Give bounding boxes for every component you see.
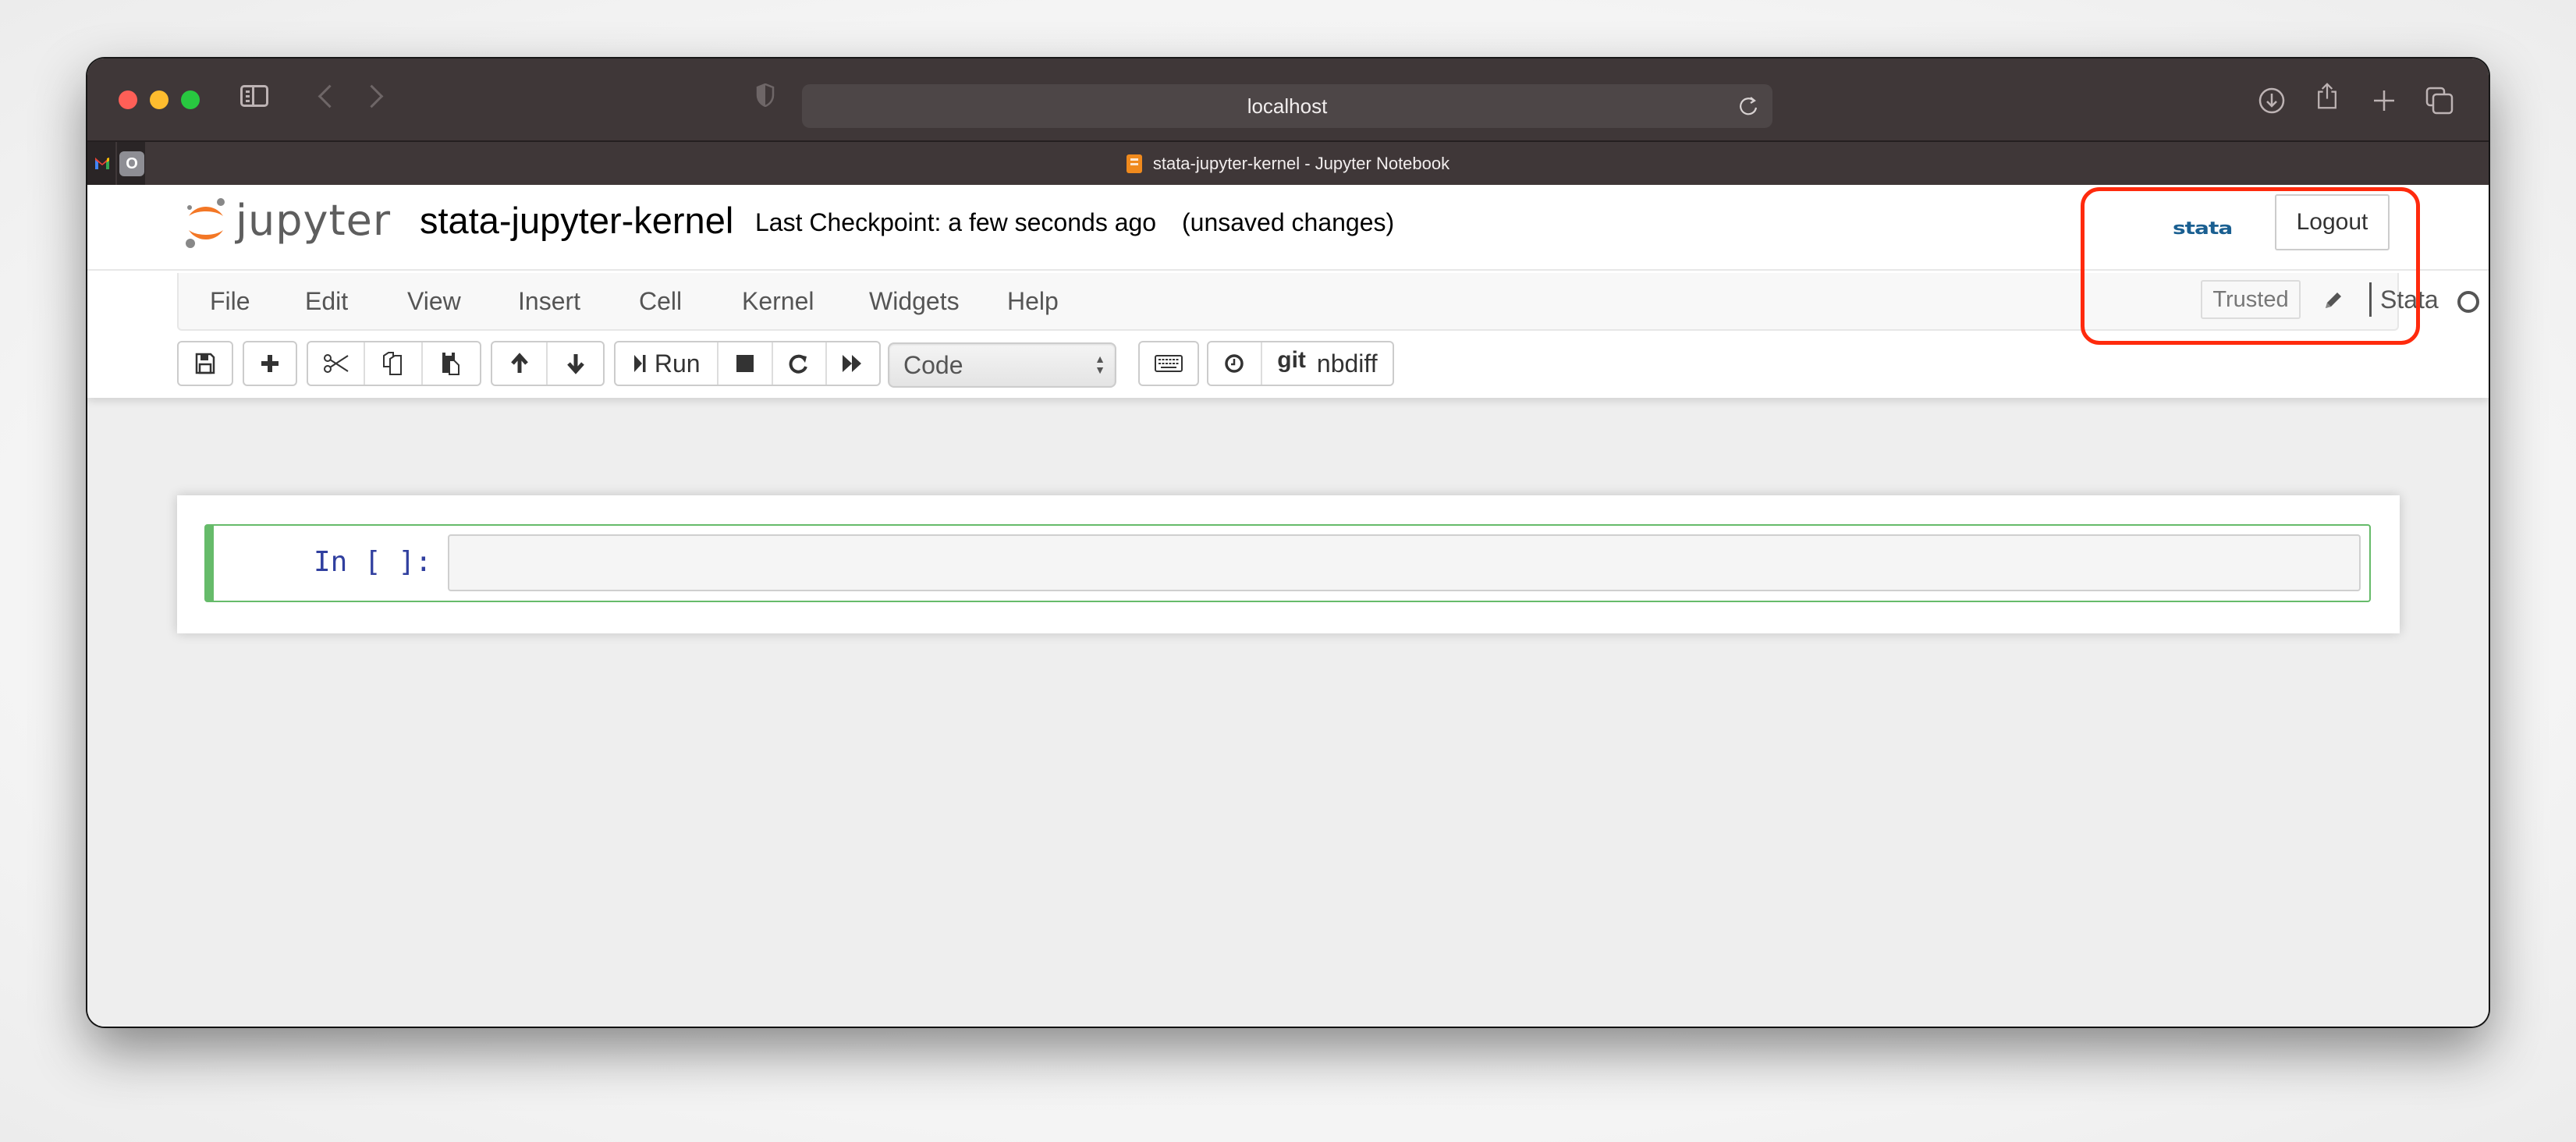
- share-icon[interactable]: [2313, 82, 2341, 110]
- jupyter-logo-text: jupyter: [236, 196, 392, 245]
- clock-icon: [1225, 354, 1244, 373]
- browser-titlebar: localhost: [87, 59, 2489, 140]
- run-group: Run: [614, 341, 881, 386]
- history-button[interactable]: [1208, 342, 1262, 385]
- insert-group: [243, 341, 297, 386]
- paste-icon: [442, 353, 460, 375]
- menu-help[interactable]: Help: [1007, 287, 1059, 316]
- input-prompt: In [ ]:: [314, 546, 432, 578]
- privacy-shield-icon[interactable]: [756, 83, 775, 107]
- select-arrows-icon: ▲ ▼: [1095, 353, 1105, 376]
- move-cell-up-button[interactable]: [492, 342, 548, 385]
- sidebar-toggle-icon[interactable]: [240, 85, 268, 107]
- restart-kernel-button[interactable]: [773, 342, 827, 385]
- menu-view[interactable]: View: [407, 287, 461, 316]
- shortcuts-group: [1138, 341, 1199, 386]
- logout-button[interactable]: Logout: [2275, 194, 2390, 250]
- menu-insert[interactable]: Insert: [518, 287, 580, 316]
- menu-widgets[interactable]: Widgets: [869, 287, 960, 316]
- plus-icon: [261, 355, 279, 372]
- cut-button[interactable]: [308, 342, 366, 385]
- minimize-window-button[interactable]: [150, 90, 169, 109]
- fast-forward-icon: [843, 355, 862, 372]
- cell-input-editor[interactable]: [448, 534, 2361, 591]
- autosave-status: (unsaved changes): [1182, 208, 1395, 236]
- header-divider: [87, 269, 2489, 271]
- code-cell[interactable]: In [ ]:: [204, 524, 2371, 602]
- save-icon: [195, 353, 215, 374]
- step-forward-icon: [633, 355, 646, 372]
- tab-bar: O stata-jupyter-kernel - Jupyter Noteboo…: [87, 140, 2489, 185]
- page-content: jupyter stata-jupyter-kernel Last Checkp…: [87, 185, 2489, 1027]
- menu-cell[interactable]: Cell: [639, 287, 682, 316]
- git-label: git: [1277, 347, 1306, 373]
- trusted-notebook-indicator[interactable]: Trusted: [2201, 280, 2301, 319]
- restart-icon: [789, 354, 808, 374]
- kernel-idle-indicator-icon: [2457, 291, 2479, 313]
- arrow-up-icon: [510, 353, 528, 373]
- interrupt-kernel-button[interactable]: [719, 342, 773, 385]
- downloads-icon[interactable]: [2258, 87, 2286, 115]
- move-cell-down-button[interactable]: [548, 342, 603, 385]
- git-group: git nbdiff: [1207, 341, 1394, 386]
- tab-overview-icon[interactable]: [2425, 87, 2454, 115]
- restart-run-all-button[interactable]: [827, 342, 879, 385]
- cell-type-value: Code: [903, 350, 963, 379]
- save-button[interactable]: [179, 342, 232, 385]
- reload-icon[interactable]: [1737, 94, 1762, 119]
- insert-cell-below-button[interactable]: [244, 342, 296, 385]
- active-tab[interactable]: stata-jupyter-kernel - Jupyter Notebook: [87, 142, 2489, 185]
- notebook-container: In [ ]:: [177, 495, 2400, 633]
- menu-kernel[interactable]: Kernel: [742, 287, 814, 316]
- run-button[interactable]: Run: [616, 342, 719, 385]
- clipboard-group: [307, 341, 481, 386]
- move-group: [491, 341, 605, 386]
- edit-mode-pencil-icon: [2326, 293, 2341, 308]
- nbdiff-button[interactable]: git nbdiff: [1262, 342, 1393, 385]
- cell-type-select[interactable]: Code ▲ ▼: [888, 342, 1116, 388]
- notebook-favicon-icon: [1126, 154, 1142, 173]
- kernel-separator: [2369, 282, 2372, 317]
- forward-icon[interactable]: [360, 84, 384, 108]
- notebook-name[interactable]: stata-jupyter-kernel: [420, 199, 733, 242]
- last-checkpoint: Last Checkpoint: a few seconds ago: [755, 208, 1157, 236]
- menu-file[interactable]: File: [210, 287, 250, 316]
- command-palette-button[interactable]: [1140, 342, 1198, 385]
- paste-button[interactable]: [423, 342, 480, 385]
- address-text: localhost: [1247, 94, 1328, 118]
- copy-icon: [383, 352, 403, 375]
- stop-icon: [736, 355, 754, 372]
- menu-edit[interactable]: Edit: [305, 287, 348, 316]
- keyboard-icon: [1155, 355, 1183, 372]
- save-group: [177, 341, 233, 386]
- back-icon[interactable]: [318, 84, 342, 108]
- run-label: Run: [654, 349, 701, 378]
- nbdiff-label: nbdiff: [1316, 349, 1378, 378]
- active-tab-title: stata-jupyter-kernel - Jupyter Notebook: [1152, 153, 1450, 173]
- scissors-icon: [323, 354, 349, 373]
- close-window-button[interactable]: [119, 90, 137, 109]
- menubar: File Edit View Insert Cell Kernel Widget…: [177, 273, 2479, 331]
- address-bar[interactable]: localhost: [802, 84, 1772, 128]
- zoom-window-button[interactable]: [181, 90, 200, 109]
- stata-kernel-logo: stata: [2173, 218, 2233, 239]
- copy-button[interactable]: [365, 342, 423, 385]
- new-tab-icon[interactable]: [2370, 87, 2398, 115]
- kernel-name[interactable]: Stata: [2380, 286, 2439, 314]
- jupyter-header: jupyter stata-jupyter-kernel Last Checkp…: [87, 185, 2489, 398]
- arrow-down-icon: [566, 354, 584, 374]
- browser-window: localhost O stata-jupyter-kernel - Jupyt…: [87, 59, 2489, 1027]
